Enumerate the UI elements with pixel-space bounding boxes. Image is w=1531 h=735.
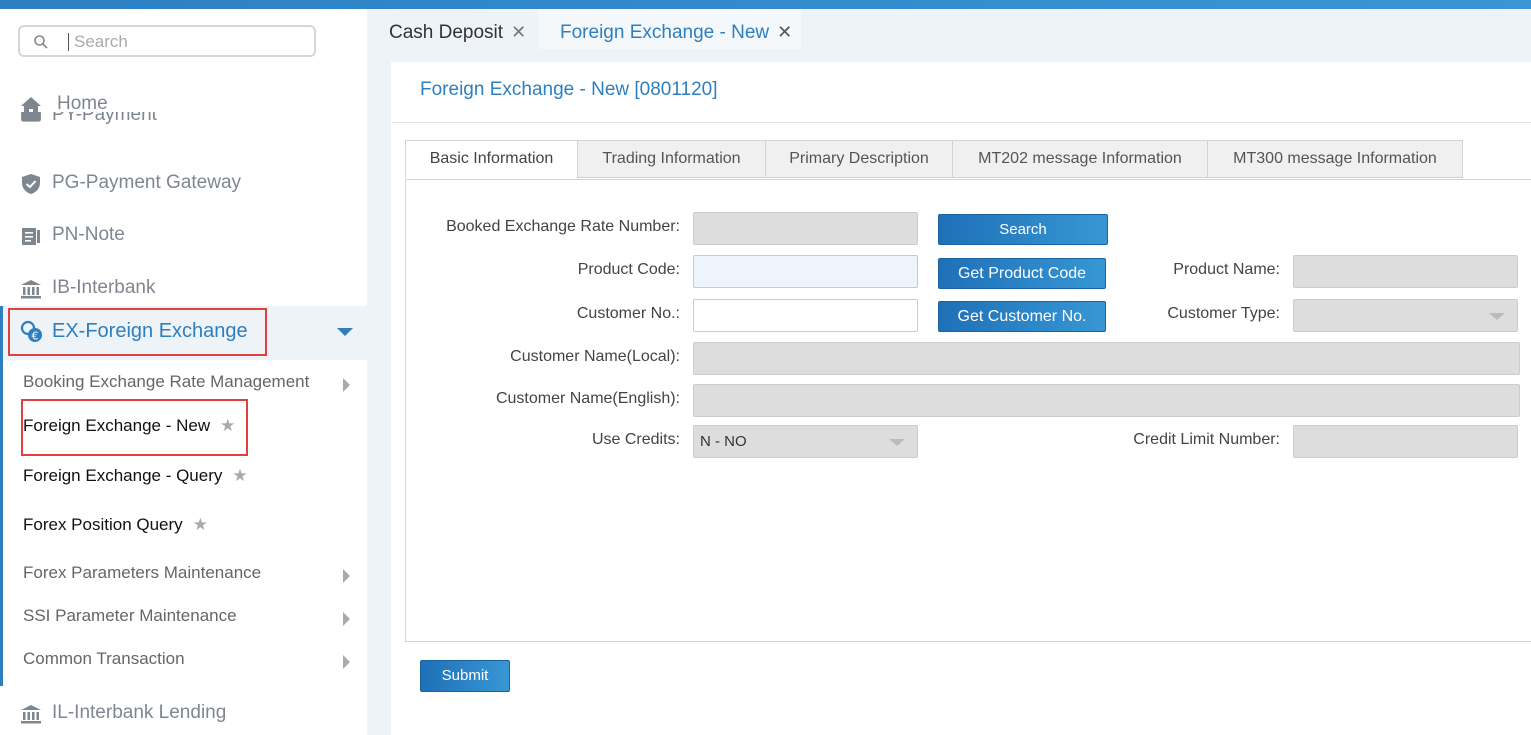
- chevron-right-icon: [343, 655, 350, 669]
- search-input[interactable]: [72, 30, 306, 54]
- tab-bar: Cash Deposit ✕ Foreign Exchange - New ✕: [367, 9, 1531, 49]
- tab-cash-deposit[interactable]: Cash Deposit ✕: [389, 9, 539, 49]
- use-credits-select[interactable]: N - NO: [693, 425, 918, 458]
- tab-mt202-message[interactable]: MT202 message Information: [952, 140, 1208, 178]
- customer-type-select[interactable]: [1293, 299, 1518, 332]
- submit-button[interactable]: Submit: [420, 660, 510, 692]
- credit-limit-number-field[interactable]: [1293, 425, 1518, 458]
- bank-icon: [21, 705, 41, 724]
- sidebar-subitem-label: Common Transaction: [23, 649, 185, 668]
- note-icon: [22, 228, 40, 245]
- chevron-right-icon: [343, 612, 350, 626]
- content-panel: Foreign Exchange - New [0801120] Basic I…: [391, 62, 1531, 735]
- booked-rate-label: Booked Exchange Rate Number:: [446, 218, 680, 235]
- sidebar-subitem-fx-query[interactable]: Foreign Exchange - Query ★: [23, 466, 248, 486]
- use-credits-value: N - NO: [700, 433, 747, 450]
- customer-type-label: Customer Type:: [1167, 305, 1280, 322]
- product-name-label: Product Name:: [1173, 261, 1280, 278]
- close-icon[interactable]: ✕: [511, 22, 526, 42]
- highlight-box: [8, 308, 267, 356]
- credit-limit-label: Credit Limit Number:: [1133, 431, 1280, 448]
- sidebar-item-payment[interactable]: PY-Payment: [0, 112, 367, 132]
- booked-rate-number-field[interactable]: [693, 212, 918, 245]
- divider: [391, 122, 1531, 123]
- tab-mt300-message[interactable]: MT300 message Information: [1207, 140, 1463, 178]
- search-button[interactable]: Search: [938, 214, 1108, 245]
- sidebar-item-note[interactable]: PN-Note: [0, 216, 367, 256]
- sidebar: Home PY-Payment PG-Payment Gateway PN-No…: [0, 9, 367, 735]
- main-area: Cash Deposit ✕ Foreign Exchange - New ✕ Fo…: [367, 9, 1531, 735]
- sidebar-subitem-ssi-parameter[interactable]: SSI Parameter Maintenance: [23, 606, 237, 626]
- page-title: Foreign Exchange - New [0801120]: [420, 79, 718, 100]
- chevron-right-icon: [343, 378, 350, 392]
- star-icon[interactable]: ★: [232, 466, 247, 486]
- foreign-exchange-section: € EX-Foreign Exchange Booking Exchange R…: [0, 306, 367, 686]
- top-accent-bar: [0, 0, 1531, 9]
- chevron-right-icon: [343, 569, 350, 583]
- search-box[interactable]: [18, 25, 316, 57]
- highlight-box: [21, 399, 248, 456]
- product-code-label: Product Code:: [577, 261, 680, 278]
- sidebar-subitem-label: Booking Exchange Rate Management: [23, 372, 310, 391]
- search-icon: [34, 35, 48, 49]
- bank-icon: [21, 280, 41, 299]
- sidebar-item-interbank[interactable]: IB-Interbank: [0, 269, 367, 309]
- sidebar-item-label: PN-Note: [52, 224, 125, 245]
- sidebar-subitem-label: Forex Parameters Maintenance: [23, 563, 262, 582]
- sidebar-item-label: PY-Payment: [52, 112, 157, 125]
- sidebar-item-label: PG-Payment Gateway: [52, 172, 242, 193]
- text-caret: [68, 33, 69, 51]
- payment-icon: [21, 112, 41, 122]
- sidebar-subitem-common-transaction[interactable]: Common Transaction: [23, 649, 185, 669]
- tab-foreign-exchange-new[interactable]: Foreign Exchange - New ✕: [538, 9, 801, 49]
- sidebar-subitem-label: SSI Parameter Maintenance: [23, 606, 237, 625]
- customer-name-english-label: Customer Name(English):: [495, 390, 680, 407]
- customer-name-english-field[interactable]: [693, 384, 1520, 417]
- product-code-field[interactable]: [693, 255, 918, 288]
- sidebar-item-label: IB-Interbank: [52, 277, 156, 298]
- use-credits-label: Use Credits:: [591, 431, 680, 448]
- sidebar-subitem-forex-parameters[interactable]: Forex Parameters Maintenance: [23, 563, 261, 583]
- customer-no-field[interactable]: [693, 299, 918, 332]
- sidebar-subitem-label: Forex Position Query: [23, 515, 183, 534]
- close-icon[interactable]: ✕: [777, 22, 792, 42]
- get-customer-no-button[interactable]: Get Customer No.: [938, 301, 1106, 332]
- sidebar-subitem-booking-rate-management[interactable]: Booking Exchange Rate Management: [23, 372, 309, 392]
- sidebar-subitem-forex-position-query[interactable]: Forex Position Query ★: [23, 515, 208, 535]
- product-name-field[interactable]: [1293, 255, 1518, 288]
- tab-label: Foreign Exchange - New: [560, 22, 770, 43]
- shield-icon: [22, 174, 40, 194]
- tab-primary-description[interactable]: Primary Description: [765, 140, 953, 178]
- sidebar-item-label: IL-Interbank Lending: [52, 702, 227, 723]
- sidebar-item-interbank-lending[interactable]: IL-Interbank Lending: [0, 694, 367, 734]
- customer-no-label: Customer No.:: [576, 305, 680, 322]
- sidebar-item-payment-gateway[interactable]: PG-Payment Gateway: [0, 164, 367, 204]
- get-product-code-button[interactable]: Get Product Code: [938, 258, 1106, 289]
- sidebar-subitem-label: Foreign Exchange - Query: [23, 466, 223, 485]
- customer-name-local-field[interactable]: [693, 342, 1520, 375]
- customer-name-local-label: Customer Name(Local):: [510, 348, 680, 365]
- star-icon[interactable]: ★: [193, 515, 208, 535]
- tab-label: Cash Deposit: [389, 22, 504, 43]
- chevron-down-icon: [889, 439, 905, 446]
- chevron-down-icon: [1489, 313, 1505, 320]
- chevron-down-icon: [337, 328, 353, 336]
- tab-trading-information[interactable]: Trading Information: [577, 140, 766, 178]
- tab-basic-information[interactable]: Basic Information: [405, 140, 578, 178]
